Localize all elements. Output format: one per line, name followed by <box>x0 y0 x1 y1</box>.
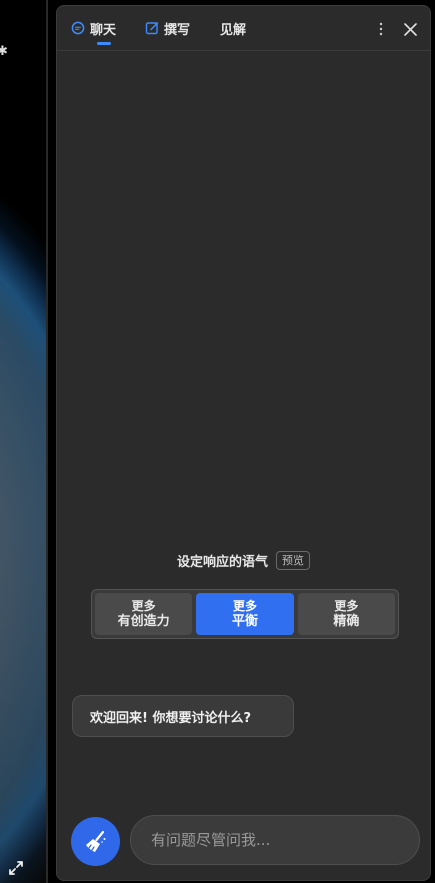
more-options-button[interactable] <box>372 20 390 38</box>
tab-insights[interactable]: 见解 <box>220 6 246 51</box>
window-edge <box>46 0 48 883</box>
gear-icon: ✱ <box>0 44 8 59</box>
new-topic-button[interactable] <box>71 817 120 866</box>
more-vertical-icon <box>379 22 383 36</box>
chat-input[interactable] <box>131 816 419 864</box>
chat-input-wrapper <box>130 815 420 865</box>
active-tab-indicator <box>97 41 111 45</box>
close-icon <box>403 22 417 36</box>
tone-title: 设定响应的语气 <box>176 555 268 570</box>
broom-icon <box>85 830 105 852</box>
preview-badge: 预览 <box>276 551 310 570</box>
tab-chat-label: 聊天 <box>90 22 117 38</box>
desktop-background: ✱ <box>0 0 48 883</box>
panel-header: 聊天 撰写 见解 <box>57 6 430 51</box>
tab-insights-label: 见解 <box>220 22 247 38</box>
close-button[interactable] <box>401 20 419 38</box>
welcome-message: 欢迎回来! 你想要讨论什么? <box>72 695 294 737</box>
tone-precise-line2: 精确 <box>333 614 360 629</box>
tone-precise-button[interactable]: 更多 精确 <box>297 593 395 635</box>
tone-creative-button[interactable]: 更多 有创造力 <box>95 593 193 635</box>
background-shade <box>0 0 48 883</box>
compose-icon <box>145 22 159 35</box>
tone-balanced-line1: 更多 <box>232 599 257 613</box>
tab-chat[interactable]: 聊天 <box>71 6 116 51</box>
tone-selector: 更多 有创造力 更多 平衡 更多 精确 <box>91 589 399 639</box>
tone-creative-line2: 有创造力 <box>117 614 170 629</box>
chat-icon <box>71 21 85 35</box>
expand-icon[interactable] <box>8 860 24 876</box>
tone-precise-line1: 更多 <box>334 599 359 613</box>
tab-compose[interactable]: 撰写 <box>145 6 190 51</box>
tone-title-row: 设定响应的语气 预览 <box>57 551 430 570</box>
tone-balanced-line2: 平衡 <box>231 614 258 629</box>
copilot-panel: 聊天 撰写 见解 设定响应的语气 预览 更多 有创造力 更多 平衡 更多 精确 … <box>56 5 431 881</box>
tab-compose-label: 撰写 <box>164 22 191 38</box>
tone-creative-line1: 更多 <box>131 599 156 613</box>
tone-balanced-button[interactable]: 更多 平衡 <box>196 593 294 635</box>
